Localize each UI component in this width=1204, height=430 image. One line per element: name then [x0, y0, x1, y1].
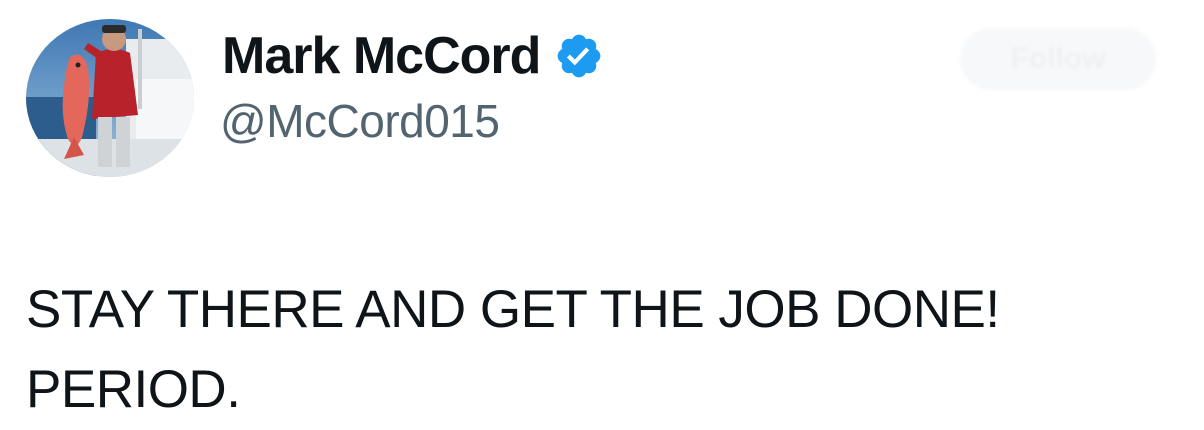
- tweet-header: Mark McCord @McCord015 Follow: [0, 0, 1204, 200]
- display-name[interactable]: Mark McCord: [222, 26, 541, 86]
- follow-button-label: Follow: [1010, 42, 1106, 75]
- avatar-photo: [26, 19, 194, 177]
- verified-badge-icon: [554, 31, 604, 81]
- display-name-row: Mark McCord: [222, 24, 604, 88]
- tweet-text-line: STAY THERE AND GET THE JOB DONE!: [26, 280, 1000, 339]
- author-handle[interactable]: @McCord015: [220, 94, 500, 148]
- tweet-text: STAY THERE AND GET THE JOB DONE! PERIOD.: [26, 270, 1186, 430]
- tweet-text-line: PERIOD.: [26, 360, 241, 419]
- follow-button[interactable]: Follow: [960, 28, 1156, 90]
- author-avatar[interactable]: [26, 19, 194, 177]
